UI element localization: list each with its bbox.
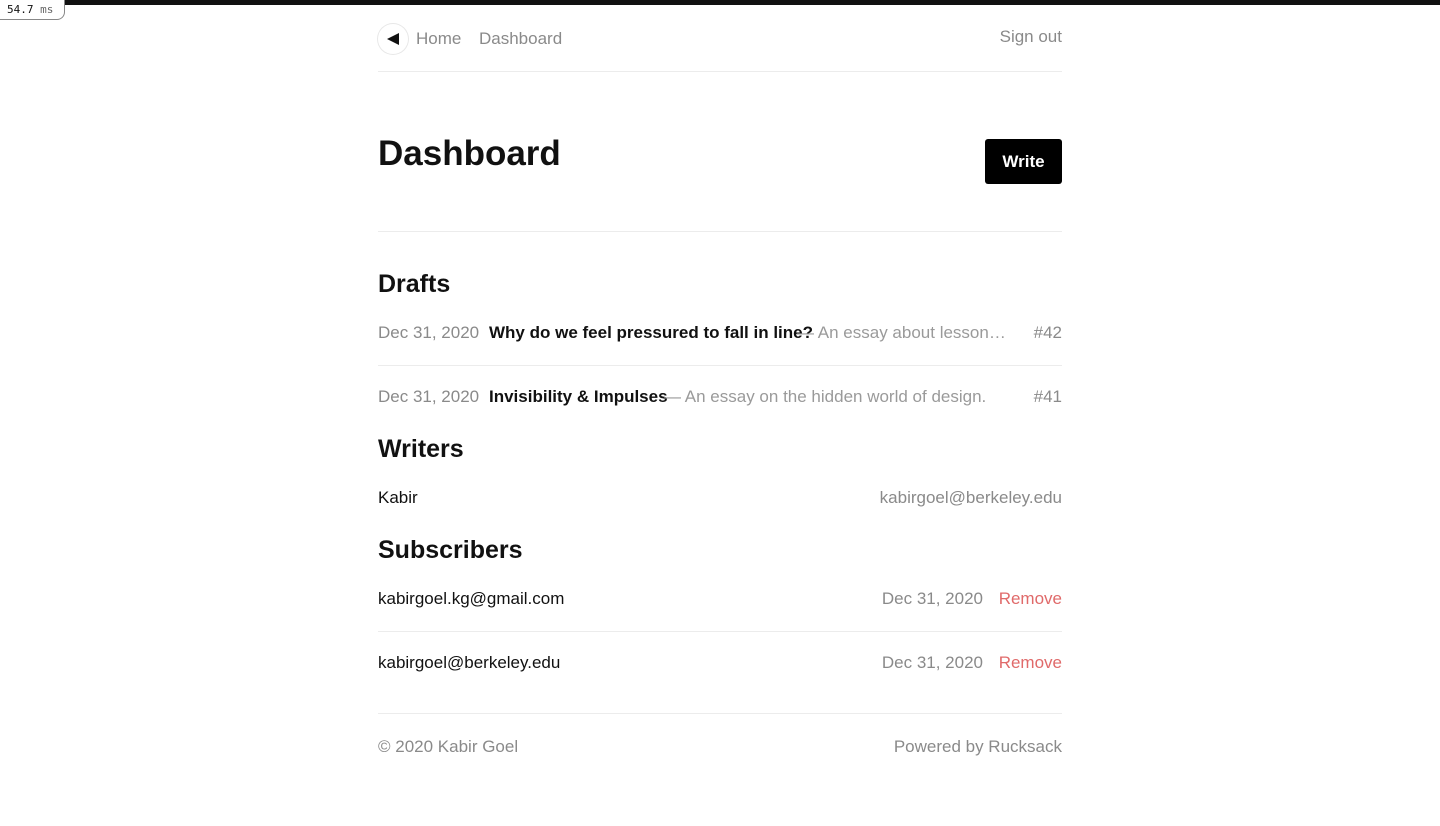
sign-out-link[interactable]: Sign out (1000, 27, 1062, 47)
timer-value: 54.7 (7, 3, 34, 16)
draft-title[interactable]: Why do we feel pressured to fall in line… (489, 323, 813, 343)
draft-row[interactable]: Dec 31, 2020 Why do we feel pressured to… (378, 302, 1062, 366)
timer-unit: ms (40, 3, 54, 16)
draft-description: — An essay on the hidden world of design… (664, 387, 987, 406)
draft-row[interactable]: Dec 31, 2020 Invisibility & Impulses — A… (378, 366, 1062, 430)
writer-name: Kabir (378, 488, 418, 507)
page-footer: © 2020 Kabir Goel Powered by Rucksack (378, 713, 1062, 773)
triangle-left-icon (387, 33, 399, 45)
powered-by-link[interactable]: Powered by Rucksack (894, 737, 1062, 757)
page-title: Dashboard (378, 134, 561, 173)
top-nav: Home Dashboard Sign out (378, 0, 1062, 72)
subscriber-email: kabirgoel@berkeley.edu (378, 653, 561, 672)
draft-date: Dec 31, 2020 (378, 323, 480, 342)
subscriber-row: kabirgoel@berkeley.edu Dec 31, 2020 Remo… (378, 632, 1062, 696)
nav-dashboard-link[interactable]: Dashboard (479, 29, 562, 49)
subscriber-date: Dec 31, 2020 (881, 653, 983, 672)
render-timer: 54.7 ms (0, 0, 65, 20)
draft-number: #42 (1033, 323, 1062, 342)
subscriber-email: kabirgoel.kg@gmail.com (378, 589, 565, 608)
logo-button[interactable] (378, 24, 408, 54)
footer-copyright: © 2020 Kabir Goel (378, 737, 519, 756)
nav-home-link[interactable]: Home (416, 29, 461, 49)
draft-description: — An essay about lessons l… (797, 323, 1012, 342)
write-button[interactable]: Write (985, 139, 1062, 184)
main-container: Home Dashboard Sign out Dashboard Write … (378, 0, 1062, 756)
subscriber-date: Dec 31, 2020 (881, 589, 983, 608)
page-header: Dashboard Write (378, 72, 1062, 232)
draft-number: #41 (1033, 387, 1062, 406)
subscribers-heading: Subscribers (378, 536, 523, 564)
subscriber-row: kabirgoel.kg@gmail.com Dec 31, 2020 Remo… (378, 568, 1062, 632)
writer-row: Kabir kabirgoel@berkeley.edu (378, 467, 1062, 531)
remove-subscriber-button[interactable]: Remove (999, 653, 1062, 673)
draft-date: Dec 31, 2020 (378, 387, 480, 406)
drafts-heading: Drafts (378, 270, 451, 298)
writers-heading: Writers (378, 435, 464, 463)
writer-email: kabirgoel@berkeley.edu (879, 488, 1062, 507)
draft-title[interactable]: Invisibility & Impulses (489, 387, 668, 407)
remove-subscriber-button[interactable]: Remove (999, 589, 1062, 609)
